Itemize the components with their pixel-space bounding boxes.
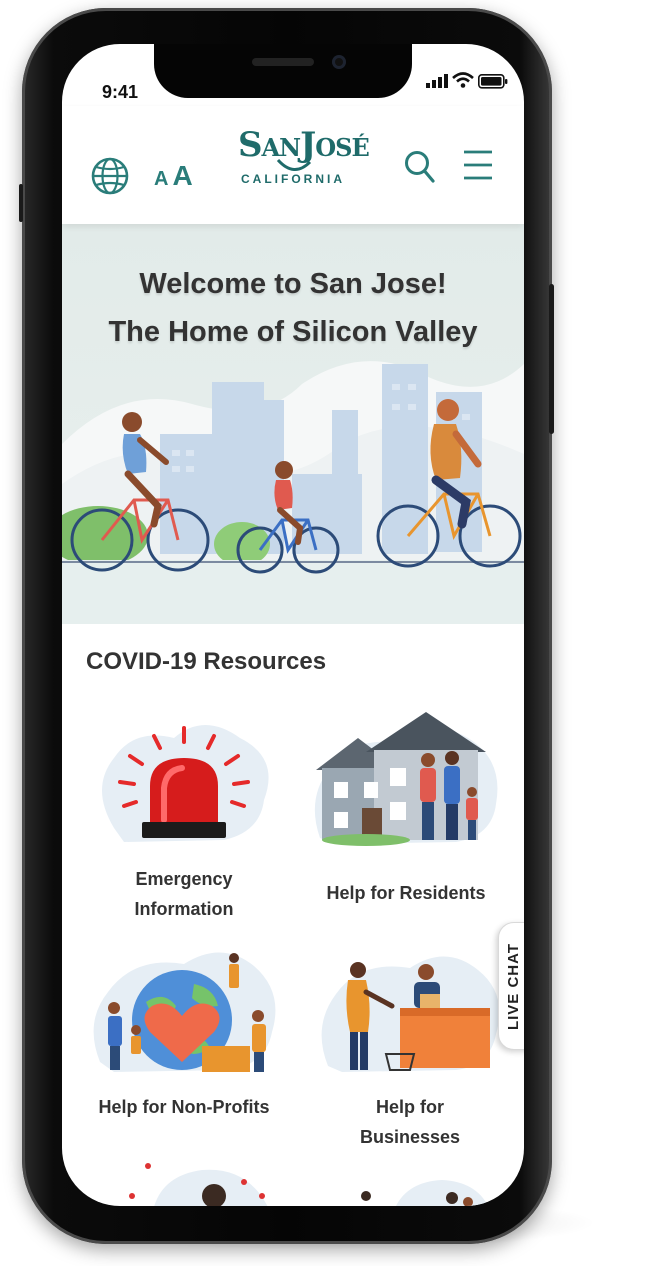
search-icon[interactable] [404, 150, 436, 184]
card-art [84, 936, 284, 1086]
card-help-for-non-profits[interactable]: Help for Non-Profits [84, 936, 284, 1122]
phone-screen: 9:41 A A SanJosé CALIFORNIA Welcome to S… [62, 44, 524, 1206]
card-label: Emergency Information [84, 864, 284, 924]
shop-counter-icon [321, 956, 500, 1072]
notch [154, 44, 412, 98]
hero-illustration [62, 361, 524, 624]
power-button [549, 284, 554, 434]
card-art [310, 936, 510, 1086]
card-label: Help for Businesses [310, 1092, 510, 1152]
card-next-row-right-art [361, 1180, 488, 1206]
section-title: COVID-19 Resources [86, 648, 327, 675]
card-label-line2: Businesses [359, 1127, 461, 1147]
phone-frame: 9:41 A A SanJosé CALIFORNIA Welcome to S… [19, 8, 554, 1244]
card-art [84, 708, 284, 858]
card-help-for-residents[interactable]: Help for Residents [306, 708, 506, 908]
speaker [252, 58, 314, 66]
wifi-icon [452, 72, 474, 88]
card-label-line2: Information [134, 899, 234, 919]
app-header: A A SanJosé CALIFORNIA [62, 106, 524, 224]
text-size-icon[interactable]: A A [154, 160, 193, 192]
card-art [306, 708, 506, 858]
status-time: 9:41 [102, 82, 139, 102]
front-camera [332, 55, 346, 69]
battery-icon [478, 74, 508, 89]
card-label: Help for Residents [306, 864, 506, 908]
city-logo[interactable]: SanJosé CALIFORNIA [238, 126, 370, 186]
card-emergency-information[interactable]: Emergency Information [84, 708, 284, 924]
globe-icon[interactable] [90, 156, 130, 196]
live-chat-label: LIVE CHAT [505, 942, 523, 1030]
hero-banner: Welcome to San Jose! The Home of Silicon… [62, 224, 524, 624]
card-label: Help for Non-Profits [84, 1092, 284, 1122]
logo-swirl [276, 158, 312, 171]
card-label-line1: Help for Non-Profits [98, 1097, 270, 1117]
card-label-line1: Help for Residents [326, 883, 486, 903]
charity-icon [93, 952, 276, 1072]
signal-icon [426, 74, 448, 88]
hero-title-line1: Welcome to San Jose! [139, 268, 447, 300]
text-size-large: A [172, 160, 193, 191]
card-label-line1: Help for [375, 1097, 444, 1117]
text-size-small: A [154, 168, 169, 190]
mute-switch [19, 184, 23, 222]
card-help-for-businesses[interactable]: Help for Businesses [310, 936, 510, 1152]
house-icon [314, 712, 498, 846]
menu-icon[interactable] [462, 148, 494, 182]
siren-icon [102, 725, 269, 842]
card-next-row-left-art [129, 1163, 268, 1206]
card-label-line1: Emergency [135, 869, 233, 889]
live-chat-button[interactable]: LIVE CHAT [498, 922, 524, 1050]
